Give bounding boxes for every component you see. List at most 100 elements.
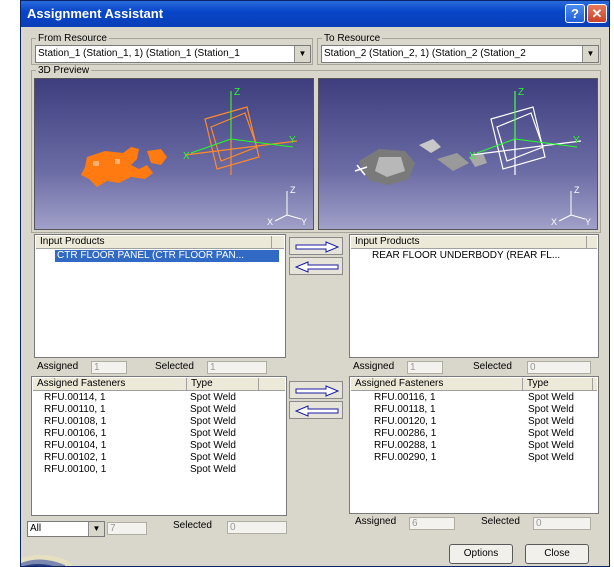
to-preview-viewport[interactable]: Z Y X Z X Y	[318, 78, 598, 230]
to-triad-x-label: X	[551, 217, 557, 227]
from-fasteners-list[interactable]: Assigned Fasteners Type RFU.00114, 1 Spot…	[31, 376, 287, 516]
fastener-type: Spot Weld	[190, 428, 236, 439]
fastener-type: Spot Weld	[190, 416, 236, 427]
table-row[interactable]: RFU.00106, 1 Spot Weld	[32, 428, 286, 440]
from-part-shape	[81, 147, 167, 187]
from-fasteners-column[interactable]: Assigned Fasteners	[33, 378, 187, 391]
move-right-fasteners-button[interactable]	[289, 381, 343, 399]
fastener-type: Spot Weld	[528, 452, 574, 463]
from-preview-viewport[interactable]: Z Y X Z X Y	[34, 78, 314, 230]
from-triad-z-label: Z	[290, 185, 296, 195]
to-fast-assigned-label: Assigned	[355, 516, 397, 527]
table-row[interactable]: RFU.00102, 1 Spot Weld	[32, 452, 286, 464]
move-left-fasteners-button[interactable]	[289, 401, 343, 419]
fastener-name: RFU.00102, 1	[44, 452, 107, 463]
fastener-filter-combo[interactable]: All ▼	[27, 521, 105, 537]
to-fast-selected-field: 0	[533, 517, 591, 530]
compass-icon	[21, 555, 74, 566]
fastener-name: RFU.00114, 1	[44, 392, 106, 403]
options-button[interactable]: Options	[449, 544, 513, 564]
close-icon[interactable]: ✕	[587, 4, 607, 23]
from-resource-value: Station_1 (Station_1, 1) (Station_1 (Sta…	[38, 48, 240, 59]
table-row[interactable]: RFU.00118, 1 Spot Weld	[350, 404, 598, 416]
fastener-name: RFU.00116, 1	[374, 392, 436, 403]
title-bar: Assignment Assistant ? ✕	[21, 1, 609, 27]
preview-label: 3D Preview	[38, 65, 90, 76]
to-fast-assigned-field: 6	[409, 517, 455, 530]
to-type-column[interactable]: Type	[523, 378, 593, 391]
table-row[interactable]: RFU.00116, 1 Spot Weld	[350, 392, 598, 404]
fastener-name: RFU.00286, 1	[374, 428, 437, 439]
fastener-count-field: 7	[107, 522, 147, 535]
to-axis-y-label: Y	[573, 135, 580, 146]
fastener-type: Spot Weld	[190, 452, 236, 463]
table-row[interactable]: RFU.00108, 1 Spot Weld	[32, 416, 286, 428]
arrow-right-icon	[295, 385, 340, 397]
dropdown-arrow-icon[interactable]: ▼	[88, 522, 104, 536]
to-fast-selected-label: Selected	[481, 516, 520, 527]
fastener-name: RFU.00108, 1	[44, 416, 107, 427]
table-row[interactable]: RFU.00290, 1 Spot Weld	[350, 452, 598, 464]
table-row[interactable]: RFU.00114, 1 Spot Weld	[32, 392, 286, 404]
to-fasteners-list[interactable]: Assigned Fasteners Type RFU.00116, 1 Spot…	[349, 376, 599, 514]
table-row[interactable]: RFU.00110, 1 Spot Weld	[32, 404, 286, 416]
from-products-column[interactable]: Input Products	[36, 236, 272, 249]
window-title: Assignment Assistant	[27, 6, 164, 21]
to-products-column[interactable]: Input Products	[351, 236, 587, 249]
from-fasteners-header: Assigned Fasteners Type	[33, 378, 285, 391]
from-type-column[interactable]: Type	[187, 378, 259, 391]
to-resource-combo[interactable]: Station_2 (Station_2, 1) (Station_2 (Sta…	[321, 45, 599, 63]
fastener-name: RFU.00106, 1	[44, 428, 107, 439]
from-assigned-label: Assigned	[37, 361, 79, 372]
fastener-type: Spot Weld	[528, 440, 574, 451]
table-row[interactable]: RFU.00104, 1 Spot Weld	[32, 440, 286, 452]
from-selected-field: 1	[207, 361, 267, 374]
assignment-assistant-window: Assignment Assistant ? ✕ From Resource S…	[20, 0, 610, 567]
close-button[interactable]: Close	[525, 544, 589, 564]
fastener-type: Spot Weld	[190, 404, 236, 415]
from-assigned-field: 1	[91, 361, 127, 374]
from-fast-selected-field: 0	[227, 521, 287, 534]
arrow-right-icon	[295, 241, 340, 253]
from-axis-z-label: Z	[234, 87, 240, 98]
to-fasteners-column[interactable]: Assigned Fasteners	[351, 378, 523, 391]
to-axis-x-label: X	[469, 151, 476, 162]
from-products-list[interactable]: Input Products CTR FLOOR PANEL (CTR FLOO…	[34, 234, 286, 358]
from-fast-selected-label: Selected	[173, 520, 212, 531]
from-products-header: Input Products	[36, 236, 284, 249]
to-assigned-field: 1	[407, 361, 443, 374]
list-item[interactable]: CTR FLOOR PANEL (CTR FLOOR PAN...	[55, 250, 279, 262]
to-selected-label: Selected	[473, 361, 512, 372]
move-left-products-button[interactable]	[289, 257, 343, 275]
dropdown-arrow-icon[interactable]: ▼	[582, 46, 598, 62]
axis-triad-icon	[274, 191, 302, 222]
fastener-name: RFU.00290, 1	[374, 452, 437, 463]
help-icon[interactable]: ?	[565, 4, 585, 23]
table-row[interactable]: RFU.00120, 1 Spot Weld	[350, 416, 598, 428]
to-products-header: Input Products	[351, 236, 597, 249]
fastener-name: RFU.00100, 1	[44, 464, 107, 475]
arrow-left-icon	[294, 261, 339, 273]
fastener-type: Spot Weld	[190, 440, 236, 451]
fastener-type: Spot Weld	[190, 392, 236, 403]
to-frame-icon	[470, 91, 582, 175]
to-assigned-label: Assigned	[353, 361, 395, 372]
to-selected-field: 0	[527, 361, 591, 374]
table-row[interactable]: RFU.00100, 1 Spot Weld	[32, 464, 286, 476]
fastener-name: RFU.00118, 1	[374, 404, 436, 415]
from-triad-y-label: Y	[301, 217, 307, 227]
from-selected-label: Selected	[155, 361, 194, 372]
from-resource-combo[interactable]: Station_1 (Station_1, 1) (Station_1 (Sta…	[35, 45, 311, 63]
dropdown-arrow-icon[interactable]: ▼	[294, 46, 310, 62]
table-row[interactable]: RFU.00288, 1 Spot Weld	[350, 440, 598, 452]
fastener-type: Spot Weld	[528, 404, 574, 415]
move-right-products-button[interactable]	[289, 237, 343, 255]
to-products-list[interactable]: Input Products REAR FLOOR UNDERBODY (REA…	[349, 234, 599, 358]
table-row[interactable]: RFU.00286, 1 Spot Weld	[350, 428, 598, 440]
list-item[interactable]: REAR FLOOR UNDERBODY (REAR FL...	[370, 250, 594, 262]
from-triad-x-label: X	[267, 217, 273, 227]
to-part-shape	[354, 139, 487, 185]
fastener-name: RFU.00120, 1	[374, 416, 437, 427]
fastener-type: Spot Weld	[528, 416, 574, 427]
to-triad-y-label: Y	[585, 217, 591, 227]
